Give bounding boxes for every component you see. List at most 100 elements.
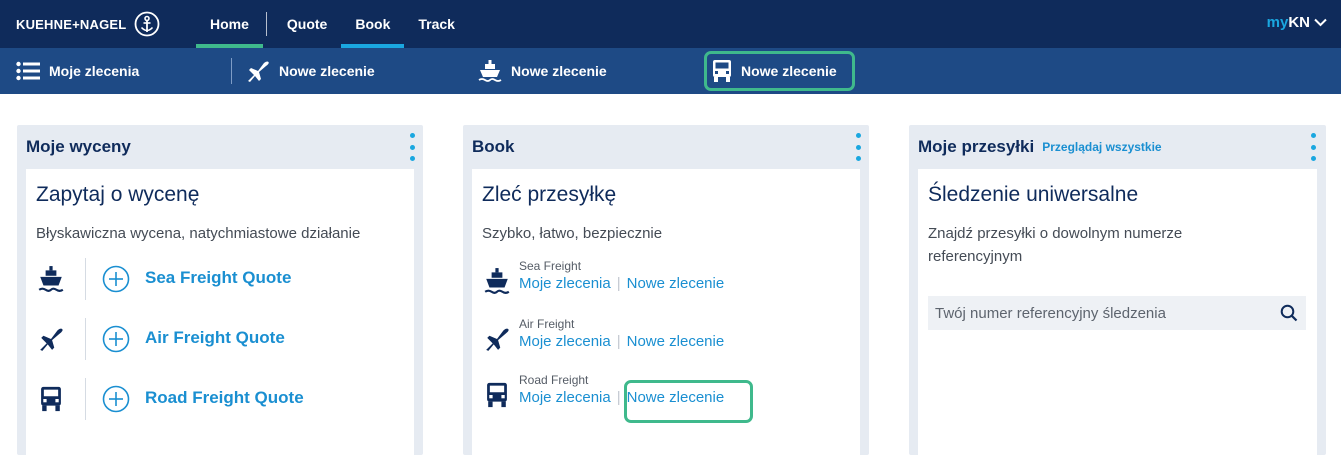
sea-freight-links: Moje zlecenia | Nowe zlecenie [519, 275, 724, 292]
sea-freight-row: Sea Freight Moje zlecenia | Nowe zleceni… [482, 259, 852, 299]
tab-quote[interactable]: Quote [273, 0, 341, 48]
quotes-body-subtitle: Błyskawiczna wycena, natychmiastowe dzia… [36, 225, 361, 242]
air-quote-row: Air Freight Quote [36, 318, 406, 360]
subnav-divider [231, 58, 232, 84]
link-separator: | [616, 389, 621, 406]
road-freight-icon-wrap [482, 379, 512, 411]
tracking-search-input[interactable] [928, 296, 1272, 330]
kebab-dot [1310, 156, 1316, 161]
road-freight-quote-link[interactable]: Road Freight Quote [145, 388, 304, 408]
top-navigation-bar: KUEHNE+NAGEL Home Quote Book Track my KN [0, 0, 1341, 48]
shipments-card-body: Śledzenie uniwersalne Znajdź przesyłki o… [918, 169, 1317, 455]
chevron-down-icon [1314, 18, 1327, 27]
sea-quote-icon-wrap [36, 262, 66, 296]
kebab-dot [855, 144, 861, 150]
air-quote-icon-wrap [36, 322, 66, 356]
subnav-my-orders-label: Moje zlecenia [49, 63, 140, 79]
quotes-card-title: Moje wyceny [26, 137, 131, 156]
tab-track[interactable]: Track [404, 0, 469, 48]
browse-all-link[interactable]: Przeglądaj wszystkie [1042, 140, 1161, 154]
logo-text: KUEHNE+NAGEL [16, 16, 127, 32]
plus-circle-icon[interactable] [102, 385, 130, 413]
subnav-my-orders[interactable]: Moje zlecenia [16, 48, 139, 94]
mykn-suffix: KN [1288, 14, 1310, 31]
subnav-new-air-order-label: Nowe zlecenie [279, 63, 375, 79]
kebab-dot [1310, 144, 1316, 150]
sea-my-orders-link[interactable]: Moje zlecenia [519, 275, 611, 292]
truck-icon [41, 386, 61, 412]
tab-home[interactable]: Home [196, 0, 263, 48]
highlight-box-subnav-road [704, 51, 855, 91]
tracking-search-button[interactable] [1272, 296, 1306, 330]
air-freight-icon-wrap [482, 323, 512, 355]
book-card-menu-button[interactable] [853, 133, 863, 161]
main-tabs: Home Quote Book Track [196, 0, 469, 48]
row-divider [85, 378, 86, 420]
book-card-header: Book [463, 125, 869, 169]
shipments-card: Moje przesyłki Przeglądaj wszystkie Śled… [909, 125, 1326, 455]
air-freight-quote-link[interactable]: Air Freight Quote [145, 328, 285, 348]
anchor-icon [134, 11, 160, 37]
kuehne-nagel-logo[interactable]: KUEHNE+NAGEL [16, 11, 160, 37]
shipments-card-header: Moje przesyłki Przeglądaj wszystkie [909, 125, 1326, 169]
sub-navigation-bar: Moje zlecenia Nowe zlecenie Nowe zleceni… [0, 48, 1341, 94]
truck-icon [487, 382, 507, 408]
tab-home-label: Home [210, 16, 249, 32]
row-divider [85, 258, 86, 300]
road-quote-row: Road Freight Quote [36, 378, 406, 420]
tab-track-label: Track [418, 16, 455, 32]
sea-freight-quote-link[interactable]: Sea Freight Quote [145, 268, 291, 288]
airplane-icon [40, 328, 63, 351]
app-root: KUEHNE+NAGEL Home Quote Book Track my KN… [0, 0, 1341, 455]
ship-icon [484, 268, 510, 294]
mykn-prefix: my [1266, 14, 1289, 31]
list-icon [16, 61, 40, 81]
tab-quote-label: Quote [286, 16, 328, 32]
tracking-body-title: Śledzenie uniwersalne [928, 183, 1139, 206]
tab-divider [266, 12, 267, 36]
ship-icon [38, 266, 64, 292]
kebab-dot [855, 156, 861, 161]
road-quote-icon-wrap [36, 382, 66, 416]
airplane-icon [486, 328, 509, 351]
link-separator: | [616, 275, 621, 292]
kebab-dot [409, 156, 415, 161]
road-my-orders-link[interactable]: Moje zlecenia [519, 389, 611, 406]
subnav-new-sea-order-label: Nowe zlecenie [511, 63, 607, 79]
row-divider [85, 318, 86, 360]
sea-freight-caption: Sea Freight [519, 259, 582, 273]
tracking-body-subtitle: Znajdź przesyłki o dowolnym numerze refe… [928, 225, 1183, 265]
quotes-card-header: Moje wyceny [17, 125, 423, 169]
shipments-card-menu-button[interactable] [1308, 133, 1318, 161]
highlight-box-road-new-order [624, 380, 753, 423]
quotes-card: Moje wyceny Zapytaj o wycenę Błyskawiczn… [17, 125, 423, 455]
kebab-dot [409, 133, 415, 138]
air-new-order-link[interactable]: Nowe zlecenie [627, 333, 725, 350]
kebab-dot [409, 144, 415, 150]
kebab-dot [855, 133, 861, 138]
book-body-title: Zleć przesyłkę [482, 183, 617, 206]
tab-book[interactable]: Book [341, 0, 405, 48]
road-freight-caption: Road Freight [519, 373, 589, 387]
subnav-new-air-order[interactable]: Nowe zlecenie [246, 48, 375, 94]
search-icon [1280, 304, 1298, 322]
ship-icon [478, 60, 502, 82]
airplane-icon [248, 61, 269, 82]
quotes-card-menu-button[interactable] [407, 133, 417, 161]
tab-book-label: Book [355, 16, 391, 32]
sea-new-order-link[interactable]: Nowe zlecenie [627, 275, 725, 292]
link-separator: | [616, 333, 621, 350]
mykn-menu[interactable]: my KN [1267, 14, 1327, 31]
air-my-orders-link[interactable]: Moje zlecenia [519, 333, 611, 350]
air-freight-caption: Air Freight [519, 317, 575, 331]
plus-circle-icon[interactable] [102, 325, 130, 353]
quotes-card-body: Zapytaj o wycenę Błyskawiczna wycena, na… [26, 169, 414, 455]
sea-quote-row: Sea Freight Quote [36, 258, 406, 300]
book-card-title: Book [472, 137, 515, 156]
plus-circle-icon[interactable] [102, 265, 130, 293]
tracking-search-box [928, 296, 1306, 330]
air-freight-row: Air Freight Moje zlecenia | Nowe zleceni… [482, 317, 852, 357]
shipments-card-title: Moje przesyłki [918, 137, 1035, 156]
kebab-dot [1310, 133, 1316, 138]
subnav-new-sea-order[interactable]: Nowe zlecenie [478, 48, 607, 94]
